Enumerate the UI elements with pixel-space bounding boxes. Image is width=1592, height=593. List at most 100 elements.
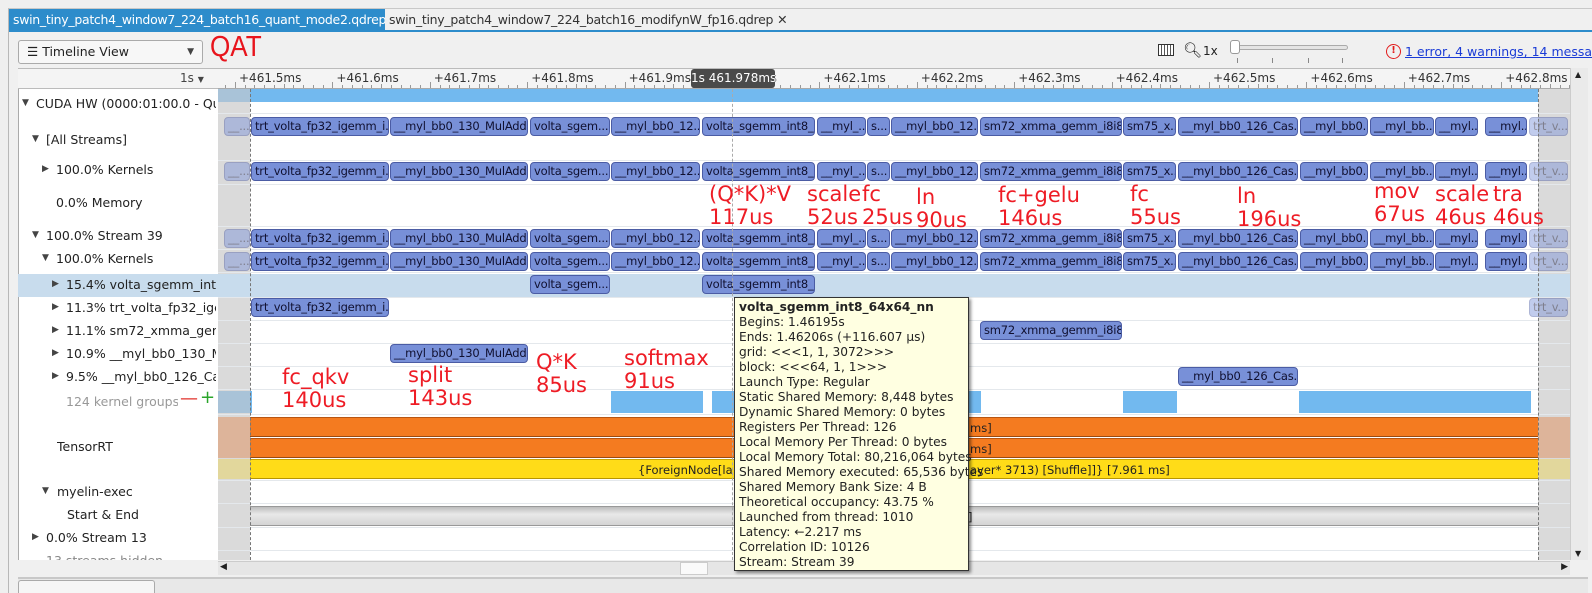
kernel-block[interactable]: __myl_bb0_12... (891, 117, 978, 136)
row-tensorrt[interactable]: TensorRT (57, 439, 113, 454)
kernel-block[interactable]: __myl_bb0_126_Cas... (1178, 367, 1298, 386)
scroll-right-icon[interactable]: ▶ (1561, 562, 1568, 572)
zoom-slider-handle[interactable] (1230, 40, 1240, 54)
kernel-block[interactable]: trt_volta_fp32_igemm_i... (251, 298, 389, 317)
kernel-block[interactable]: sm72_xmma_gemm_i8i8_... (980, 162, 1122, 181)
zoom-out-icon[interactable]: 🔍︎ (1183, 41, 1202, 59)
kernel-block[interactable]: __myl... (1485, 252, 1527, 271)
kernel-block[interactable]: trt_volta_fp32_igemm_i... (251, 117, 389, 136)
kernel-block[interactable]: s... (867, 162, 890, 181)
expand-arrow-icon[interactable]: ▶ (52, 325, 59, 335)
kernel-block[interactable]: __... (224, 252, 250, 271)
kernel-block[interactable]: __myl_... (817, 162, 866, 181)
zoom-slider[interactable] (1232, 45, 1348, 50)
kernel-block[interactable]: volta_sgem... (530, 252, 610, 271)
kernel-block[interactable]: trt_v... (1529, 252, 1568, 271)
vertical-scrollbar[interactable]: ▲ ▼ (1570, 68, 1588, 560)
kernel-block[interactable]: sm75_x... (1123, 252, 1176, 271)
tab-quant-mode2[interactable]: swin_tiny_patch4_window7_224_batch16_qua… (9, 9, 401, 31)
row-stream-39-kernels[interactable]: 100.0% Kernels (56, 251, 153, 266)
expand-arrow-icon[interactable]: ▶ (32, 532, 39, 542)
kernel-block[interactable]: __myl_bb... (1370, 229, 1434, 248)
kernel-block[interactable]: sm75_x... (1123, 117, 1176, 136)
expand-arrow-icon[interactable]: ▶ (52, 371, 59, 381)
kernel-block[interactable]: __myl_bb0_12... (611, 162, 700, 181)
kernel-block[interactable]: __myl_bb0_12... (891, 162, 978, 181)
kernel-block[interactable]: __myl_bb0_126_Cas... (1178, 252, 1298, 271)
collapse-arrow-icon[interactable]: ▼ (32, 134, 39, 144)
scroll-left-icon[interactable]: ◀ (220, 562, 227, 572)
kernel-block[interactable]: __myl_... (817, 252, 866, 271)
kernel-block[interactable]: sm72_xmma_gemm_i8i8_... (980, 321, 1122, 340)
expand-arrow-icon[interactable]: ▶ (52, 279, 59, 289)
kernel-block[interactable]: sm72_xmma_gemm_i8i8_... (980, 117, 1122, 136)
scroll-down-icon[interactable]: ▼ (1575, 549, 1581, 558)
kernel-block[interactable]: trt_volta_fp32_igemm_i... (251, 162, 389, 181)
scroll-up-icon[interactable]: ▲ (1575, 70, 1581, 79)
kernel-block[interactable]: __myl_... (817, 229, 866, 248)
kernel-block[interactable]: __myl... (1485, 162, 1527, 181)
time-scale-select[interactable]: 1s ▼ (180, 71, 204, 85)
kernel-block[interactable]: __myl_bb0_126_Cas... (1178, 117, 1298, 136)
kernel-block[interactable]: __myl... (1485, 117, 1527, 136)
row-all-kernels[interactable]: 100.0% Kernels (56, 162, 153, 177)
kernel-block[interactable]: __myl... (1435, 117, 1478, 136)
row-kernel-myl126[interactable]: 9.5% __myl_bb0_126_CasM (66, 369, 216, 384)
kernel-block[interactable]: __myl... (1435, 162, 1478, 181)
row-myelin-exec[interactable]: myelin-exec (57, 484, 133, 499)
horizontal-scroll-thumb[interactable] (680, 562, 708, 575)
expand-arrow-icon[interactable]: ▶ (42, 164, 49, 174)
cuda-hw-bar[interactable] (250, 89, 1538, 102)
kernel-block[interactable]: __myl_bb0_130_MulAdd... (390, 252, 528, 271)
collapse-arrow-icon[interactable]: ▼ (42, 253, 49, 263)
kernel-block[interactable]: __myl_... (817, 117, 866, 136)
kernel-block[interactable]: sm72_xmma_gemm_i8i8_... (980, 229, 1122, 248)
kernel-block[interactable]: __myl_bb0... (1300, 229, 1368, 248)
kernel-block[interactable]: volta_sgem... (530, 275, 610, 294)
row-kernel-sm72[interactable]: 11.1% sm72_xmma_gemm (66, 323, 216, 338)
kernel-block[interactable]: __myl_bb0_130_MulAdd... (390, 229, 528, 248)
row-all-streams[interactable]: [All Streams] (46, 132, 127, 147)
kernel-block[interactable]: trt_v... (1529, 298, 1568, 317)
kernel-group-bar[interactable] (1123, 391, 1177, 413)
kernel-block[interactable]: __myl_bb... (1370, 252, 1434, 271)
kernel-block[interactable]: __myl_bb... (1370, 117, 1434, 136)
kernel-block[interactable]: __myl_bb0_130_MulAdd... (390, 344, 528, 363)
kernel-block[interactable]: trt_volta_fp32_igemm_i... (251, 229, 389, 248)
row-kernel-myl130[interactable]: 10.9% __myl_bb0_130_Mul (66, 346, 216, 361)
kernel-block[interactable]: __myl_bb0_130_MulAdd... (390, 162, 528, 181)
kernel-block[interactable]: sm72_xmma_gemm_i8i8_... (980, 252, 1122, 271)
row-memory[interactable]: 0.0% Memory (56, 195, 143, 210)
kernel-block[interactable]: __myl_bb0... (1300, 117, 1368, 136)
tab-modifynw-fp16[interactable]: swin_tiny_patch4_window7_224_batch16_mod… (385, 9, 788, 31)
minus-icon[interactable]: — (180, 388, 198, 409)
kernel-block[interactable]: __myl_bb0_12... (891, 252, 978, 271)
kernel-block[interactable]: __... (224, 162, 250, 181)
kernel-block[interactable]: __... (224, 117, 250, 136)
kernel-block[interactable]: __myl_bb0_126_Cas... (1178, 162, 1298, 181)
time-ruler[interactable]: +461.5ms +461.6ms +461.7ms +461.8ms +461.9ms… (218, 68, 1570, 89)
kernel-block[interactable]: sm75_x... (1123, 162, 1176, 181)
kernel-block[interactable]: trt_volta_fp32_igemm_i... (251, 252, 389, 271)
row-kernel-trt-volta[interactable]: 11.3% trt_volta_fp32_igemm (66, 300, 216, 315)
kernel-block[interactable]: volta_sgem... (530, 229, 610, 248)
kernel-block[interactable]: __myl_bb0_12... (611, 117, 700, 136)
expand-arrow-icon[interactable]: ▶ (52, 348, 59, 358)
kernel-group-bar[interactable] (611, 391, 703, 413)
kernel-block[interactable]: __... (224, 229, 250, 248)
row-stream-13[interactable]: 0.0% Stream 13 (46, 530, 147, 545)
kernel-block[interactable]: trt_v... (1529, 117, 1568, 136)
kernel-block[interactable]: volta_sgem... (530, 117, 610, 136)
kernel-block[interactable]: volta_sgemm_int8_... (702, 117, 815, 136)
kernel-group-bar[interactable] (1299, 391, 1531, 413)
kernel-block[interactable]: trt_v... (1529, 162, 1568, 181)
collapse-arrow-icon[interactable]: ▼ (42, 486, 49, 496)
collapse-arrow-icon[interactable]: ▼ (22, 98, 29, 108)
plus-icon[interactable]: + (200, 387, 215, 408)
kernel-block[interactable]: volta_sgemm_int8_... (702, 162, 815, 181)
expand-arrow-icon[interactable]: ▶ (52, 302, 59, 312)
kernel-block[interactable]: __myl_bb0_12... (611, 229, 700, 248)
kernel-block[interactable]: __myl_bb0... (1300, 162, 1368, 181)
view-select[interactable]: ☰ Timeline View ▼ (18, 40, 203, 64)
collapse-arrow-icon[interactable]: ▼ (32, 230, 39, 240)
